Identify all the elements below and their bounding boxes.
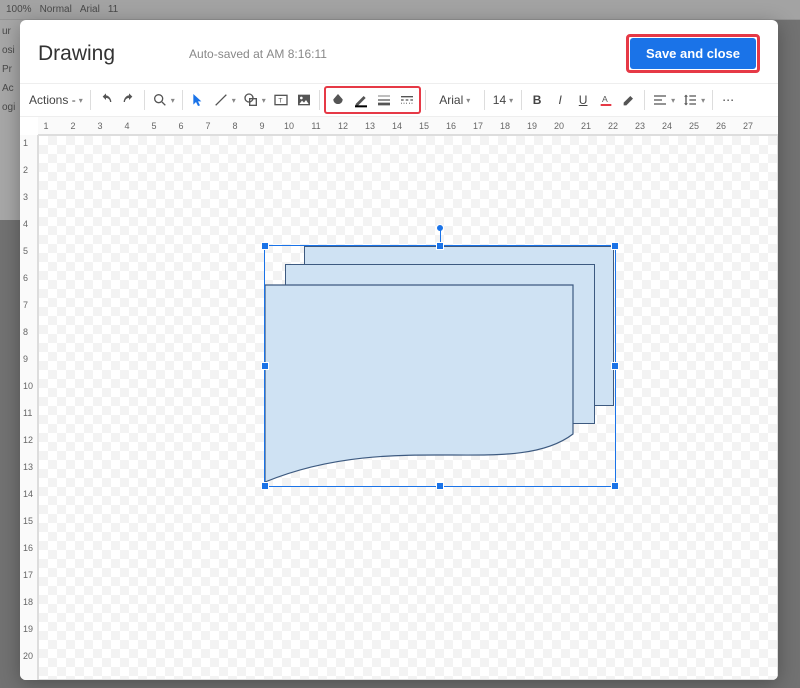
style-group-highlight [324,86,421,114]
svg-text:A: A [602,94,608,104]
bold-button[interactable]: B [526,88,548,112]
undo-button[interactable] [95,88,117,112]
resize-handle-ne[interactable] [611,242,619,250]
resize-handle-s[interactable] [436,482,444,490]
modal-title: Drawing [38,42,115,66]
save-and-close-button[interactable]: Save and close [630,38,756,69]
drawing-canvas[interactable] [38,135,778,680]
resize-handle-e[interactable] [611,362,619,370]
text-color-button[interactable]: A [595,88,617,112]
resize-handle-nw[interactable] [261,242,269,250]
resize-handle-se[interactable] [611,482,619,490]
italic-button[interactable]: I [549,88,571,112]
border-dash-button[interactable] [396,88,418,112]
fill-color-button[interactable] [327,88,349,112]
resize-handle-n[interactable] [436,242,444,250]
underline-button[interactable]: U [572,88,594,112]
vertical-ruler: 1234567891011121314151617181920 [20,135,38,680]
actions-menu[interactable]: Actions - [26,88,86,112]
line-spacing-button[interactable] [679,88,708,112]
more-button[interactable]: ⋯ [717,88,739,112]
selection-box[interactable] [264,245,616,487]
textbox-tool[interactable]: T [270,88,292,112]
zoom-button[interactable] [149,88,178,112]
highlight-color-button[interactable] [618,88,640,112]
modal-header: Drawing Auto-saved at AM 8:16:11 Save an… [20,20,778,83]
save-button-highlight: Save and close [626,34,760,73]
font-size-select[interactable]: 14 [489,88,517,112]
drawing-toolbar: Actions - T Arial 14 B I U A ⋯ [20,83,778,117]
border-weight-button[interactable] [373,88,395,112]
font-select[interactable]: Arial [430,88,480,112]
select-tool[interactable] [187,88,209,112]
image-tool[interactable] [293,88,315,112]
horizontal-ruler: 1234567891011121314151617181920212223242… [38,117,778,135]
drawing-modal: Drawing Auto-saved at AM 8:16:11 Save an… [20,20,778,680]
border-color-button[interactable] [350,88,372,112]
redo-button[interactable] [118,88,140,112]
autosave-status: Auto-saved at AM 8:16:11 [189,47,327,61]
resize-handle-sw[interactable] [261,482,269,490]
svg-text:T: T [278,98,282,105]
resize-handle-w[interactable] [261,362,269,370]
line-tool[interactable] [210,88,239,112]
shape-tool[interactable] [240,88,269,112]
align-button[interactable] [649,88,678,112]
